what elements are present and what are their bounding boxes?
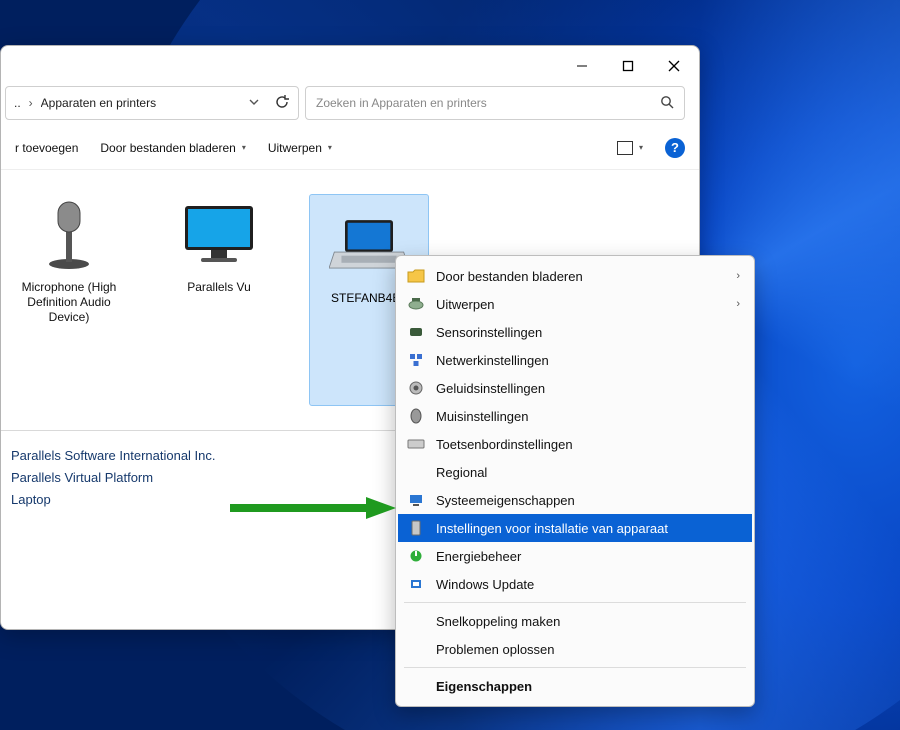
- context-menu-item[interactable]: Sensorinstellingen: [398, 318, 752, 346]
- view-icon: [617, 141, 633, 155]
- context-menu-label: Toetsenbordinstellingen: [436, 437, 740, 452]
- dropdown-caret-icon: ▾: [639, 143, 643, 152]
- network-icon: [406, 351, 426, 369]
- device-icon: [406, 519, 426, 537]
- context-menu-item[interactable]: Problemen oplossen: [398, 635, 752, 663]
- submenu-arrow-icon: ›: [736, 270, 740, 282]
- add-device-button[interactable]: r toevoegen: [15, 141, 78, 155]
- search-icon[interactable]: [660, 95, 674, 112]
- folder-icon: [406, 267, 426, 285]
- refresh-button[interactable]: [274, 94, 290, 113]
- mouse-icon: [406, 407, 426, 425]
- context-menu-label: Windows Update: [436, 577, 740, 592]
- breadcrumb-current[interactable]: Apparaten en printers: [41, 96, 234, 110]
- context-menu-item[interactable]: Windows Update: [398, 570, 752, 598]
- blank-icon: [406, 640, 426, 658]
- context-menu-label: Sensorinstellingen: [436, 325, 740, 340]
- context-menu-item[interactable]: Toetsenbordinstellingen: [398, 430, 752, 458]
- context-menu-label: Snelkoppeling maken: [436, 614, 740, 629]
- context-menu-label: Muisinstellingen: [436, 409, 740, 424]
- eject-icon: [406, 295, 426, 313]
- device-caption: Microphone (High Definition Audio Device…: [9, 280, 129, 325]
- keyboard-icon: [406, 435, 426, 453]
- blank-icon: [406, 677, 426, 695]
- context-menu-item[interactable]: Door bestanden bladeren ›: [398, 262, 752, 290]
- context-menu-item[interactable]: Uitwerpen ›: [398, 290, 752, 318]
- context-menu-label: Eigenschappen: [436, 679, 740, 694]
- view-toggle-button[interactable]: ▾: [617, 141, 643, 155]
- close-button[interactable]: [651, 50, 697, 82]
- titlebar: [1, 46, 699, 86]
- address-box[interactable]: .. › Apparaten en printers: [5, 86, 299, 120]
- context-menu-label: Geluidsinstellingen: [436, 381, 740, 396]
- blank-icon: [406, 612, 426, 630]
- context-menu-label: Problemen oplossen: [436, 642, 740, 657]
- blank-icon: [406, 463, 426, 481]
- context-menu-label: Uitwerpen: [436, 297, 726, 312]
- context-menu-label: Door bestanden bladeren: [436, 269, 726, 284]
- device-item-microphone[interactable]: Microphone (High Definition Audio Device…: [9, 194, 129, 406]
- dropdown-caret-icon: ▾: [242, 143, 246, 152]
- context-menu-item[interactable]: Muisinstellingen: [398, 402, 752, 430]
- search-placeholder: Zoeken in Apparaten en printers: [316, 96, 487, 110]
- context-menu-label: Netwerkinstellingen: [436, 353, 740, 368]
- maximize-button[interactable]: [605, 50, 651, 82]
- device-item-monitor[interactable]: Parallels Vu: [159, 194, 279, 406]
- context-menu-item[interactable]: Regional: [398, 458, 752, 486]
- monitor-icon: [179, 194, 259, 274]
- minimize-button[interactable]: [559, 50, 605, 82]
- chevron-down-icon[interactable]: [242, 96, 266, 111]
- context-menu-label: Instellingen voor installatie van appara…: [436, 521, 740, 536]
- submenu-arrow-icon: ›: [736, 298, 740, 310]
- dropdown-caret-icon: ▾: [328, 143, 332, 152]
- context-menu-item[interactable]: Snelkoppeling maken: [398, 607, 752, 635]
- context-menu: Door bestanden bladeren › Uitwerpen › Sensor…: [395, 255, 755, 707]
- address-prefix: ..: [14, 96, 21, 110]
- context-menu-item[interactable]: Instellingen voor installatie van appara…: [398, 514, 752, 542]
- context-menu-item[interactable]: Energiebeheer: [398, 542, 752, 570]
- address-bar-row: .. › Apparaten en printers Zoeken in App…: [1, 86, 699, 126]
- context-menu-label: Regional: [436, 465, 740, 480]
- sensor-icon: [406, 323, 426, 341]
- context-menu-item-properties[interactable]: Eigenschappen: [398, 672, 752, 700]
- context-menu-item[interactable]: Geluidsinstellingen: [398, 374, 752, 402]
- power-icon: [406, 547, 426, 565]
- eject-button[interactable]: Uitwerpen ▾: [268, 141, 332, 155]
- browse-files-button[interactable]: Door bestanden bladeren ▾: [100, 141, 245, 155]
- sound-icon: [406, 379, 426, 397]
- context-menu-item[interactable]: Netwerkinstellingen: [398, 346, 752, 374]
- help-button[interactable]: ?: [665, 138, 685, 158]
- context-menu-label: Energiebeheer: [436, 549, 740, 564]
- breadcrumb-separator-icon: ›: [29, 96, 33, 110]
- device-caption: Parallels Vu: [187, 280, 251, 295]
- system-icon: [406, 491, 426, 509]
- search-box[interactable]: Zoeken in Apparaten en printers: [305, 86, 685, 120]
- update-icon: [406, 575, 426, 593]
- context-menu-label: Systeemeigenschappen: [436, 493, 740, 508]
- context-menu-item[interactable]: Systeemeigenschappen: [398, 486, 752, 514]
- toolbar: r toevoegen Door bestanden bladeren ▾ Ui…: [1, 126, 699, 170]
- microphone-icon: [29, 194, 109, 274]
